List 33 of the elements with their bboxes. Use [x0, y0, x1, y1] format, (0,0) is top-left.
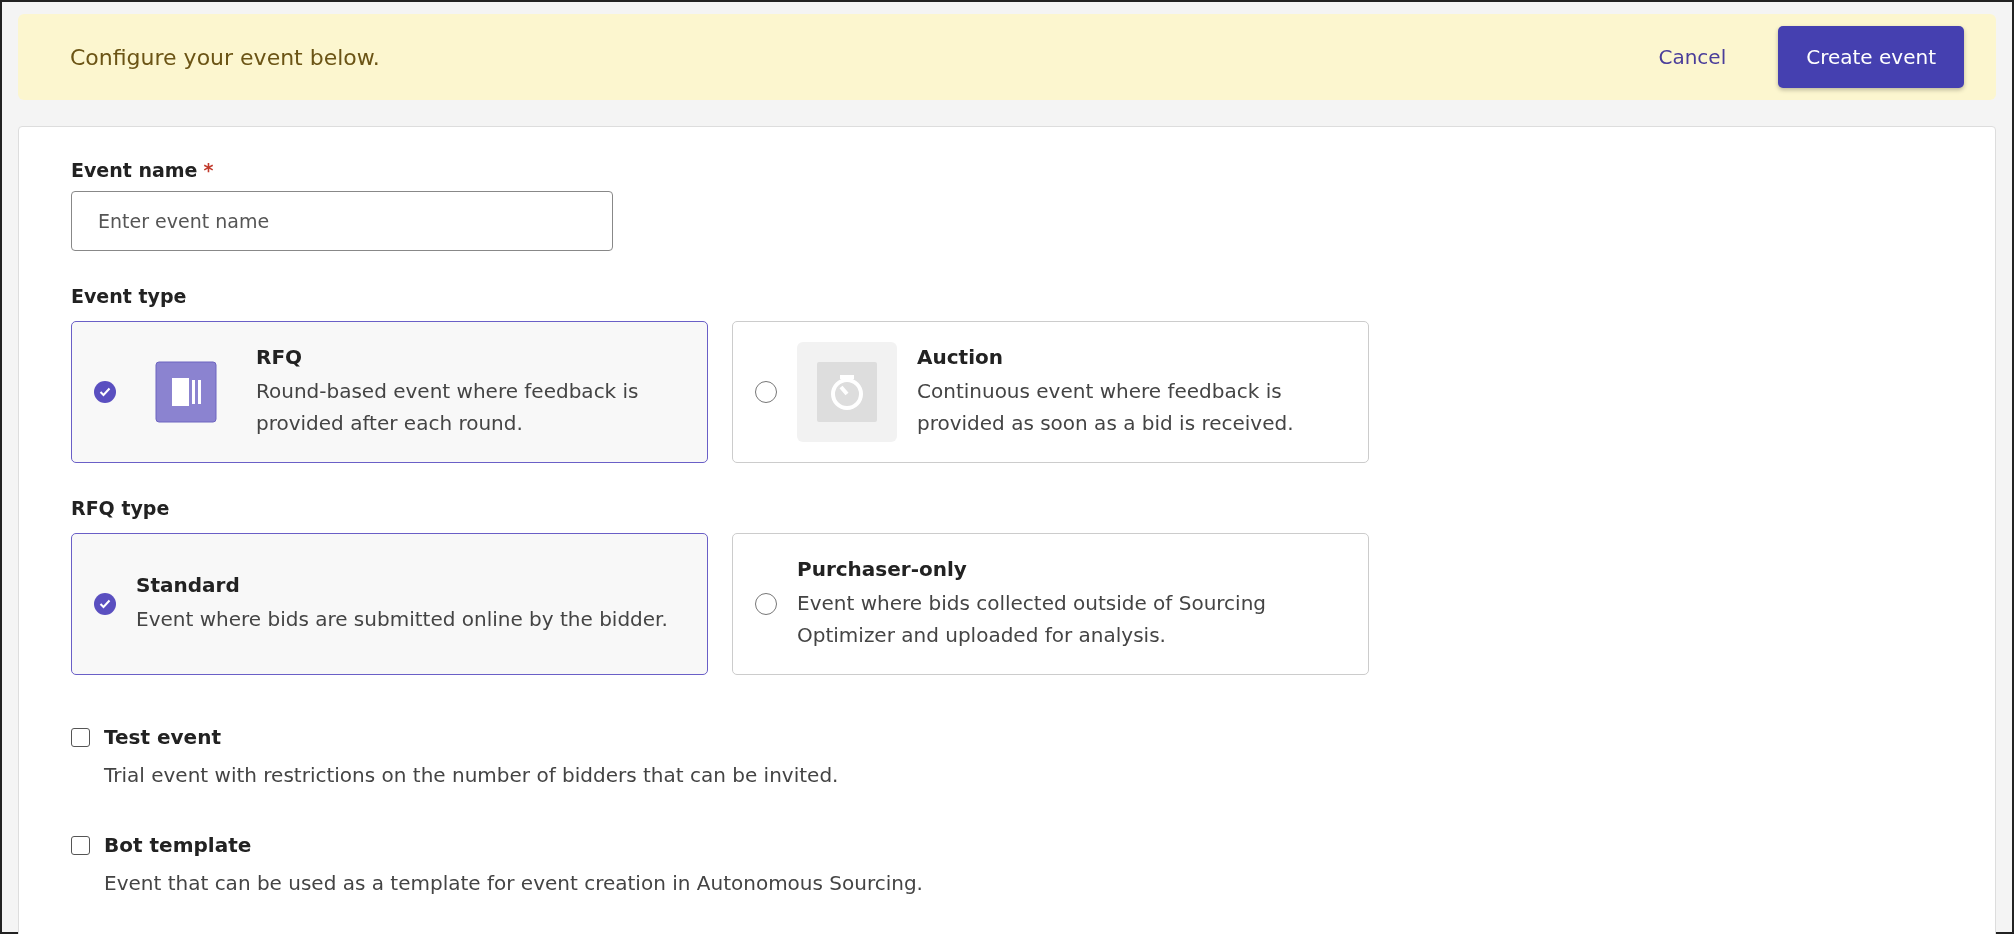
timer-icon — [797, 342, 897, 442]
section-label: Event type — [71, 285, 188, 307]
checkbox[interactable] — [71, 835, 90, 855]
checkbox-description: Event that can be used as a template for event creation in Autonomous Sourcing. — [104, 871, 924, 895]
checkmark-icon — [99, 599, 111, 609]
radio-button[interactable] — [94, 593, 116, 615]
option-card[interactable]: Auction Continuous event where feedback is provided as soon as a bid is received. — [732, 321, 1369, 463]
checkbox-label: Bot template — [104, 833, 252, 857]
option-description: Continuous event where feedback is provided as soon as a bid is received. — [917, 378, 1295, 437]
option-title: RFQ — [256, 345, 304, 369]
checkbox-label: Test event — [104, 725, 221, 749]
checkbox-description: Trial event with restrictions on the number of bidders that can be invited. — [104, 763, 840, 787]
radio-button[interactable] — [94, 381, 116, 403]
radio-button[interactable] — [755, 381, 777, 403]
checkmark-icon — [99, 387, 111, 397]
option-description: Event where bids collected outside of Sourcing Optimizer and uploaded for analysis. — [797, 590, 1268, 649]
option-title: Auction — [917, 345, 1004, 369]
input-field[interactable]: Enter event name — [71, 191, 613, 251]
required-mark: * — [203, 159, 214, 181]
option-title: Purchaser-only — [797, 557, 968, 581]
option-description: Round-based event where feedback is provided after each round. — [256, 378, 640, 437]
section-label: RFQ type — [71, 497, 171, 519]
cancel-link[interactable]: Cancel — [1658, 45, 1727, 69]
checkbox[interactable] — [71, 727, 90, 747]
option-card[interactable]: RFQ Round-based event where feedback is provided after each round. — [71, 321, 708, 463]
option-description: Event where bids are submitted online by the bidder. — [136, 606, 668, 633]
field-label: Event name — [71, 159, 198, 181]
create-event-button[interactable]: Create event — [1778, 26, 1964, 88]
option-title: Standard — [136, 573, 241, 597]
radio-button[interactable] — [755, 593, 777, 615]
option-card[interactable]: Standard Event where bids are submitted online by the bidder. — [71, 533, 708, 675]
option-card[interactable]: Purchaser-only Event where bids collected outside of Sourcing Optimizer and uploaded for analysis. — [732, 533, 1369, 675]
banner-message: Configure your event below. — [70, 44, 381, 70]
